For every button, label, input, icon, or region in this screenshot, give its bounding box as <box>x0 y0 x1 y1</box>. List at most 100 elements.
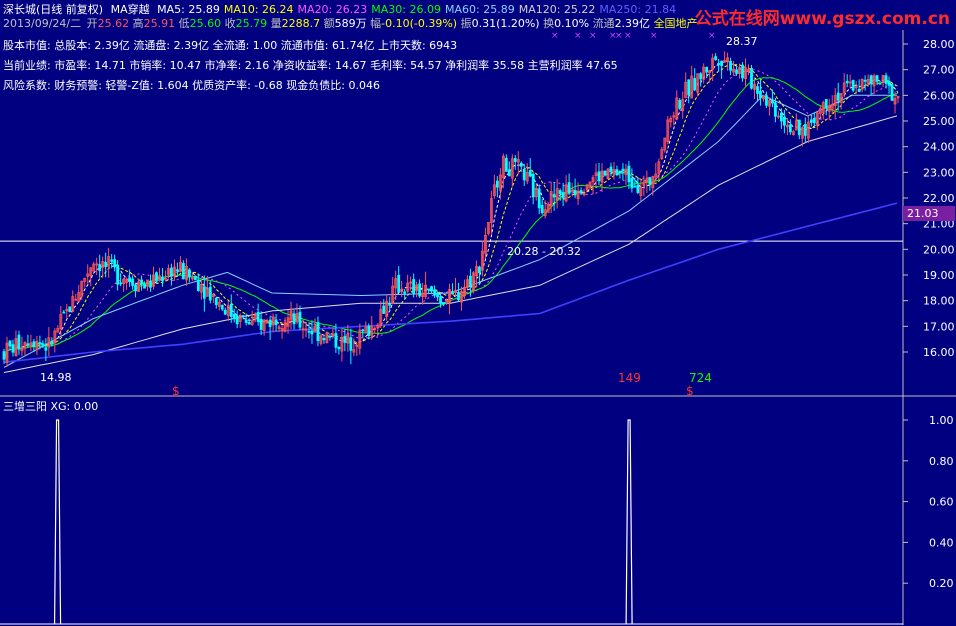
candle-body <box>451 292 454 295</box>
candle-body <box>307 330 311 333</box>
candle-body <box>851 79 855 91</box>
candle-body <box>223 309 227 315</box>
tick-label: 22.00 <box>923 192 955 205</box>
candle-body <box>268 319 272 327</box>
candle-body <box>687 79 691 96</box>
candle-body <box>361 329 365 332</box>
range-label: 20.28 - 20.32 <box>507 245 581 258</box>
candle-body <box>412 279 416 294</box>
signal-marker: × <box>708 31 716 41</box>
candle-body <box>176 269 179 272</box>
candle-body <box>609 166 613 173</box>
tick-label: 16.00 <box>923 346 955 359</box>
candle-body <box>403 291 407 294</box>
candle-body <box>782 116 786 126</box>
signal-marker: × <box>574 31 582 41</box>
candle-body <box>187 269 191 278</box>
tick-label: 26.00 <box>923 89 955 102</box>
candle-body <box>537 188 541 209</box>
candle-body <box>397 274 401 293</box>
candle-body <box>181 263 185 280</box>
signal-marker: × <box>589 31 597 41</box>
candle-body <box>869 75 873 85</box>
candle-body <box>442 301 445 305</box>
candle-body <box>436 292 439 298</box>
candle-body <box>298 311 302 328</box>
candle-body <box>439 296 442 304</box>
tick-label: 28.00 <box>923 38 955 51</box>
high-price-label: 28.37 <box>726 35 758 48</box>
candle-body <box>229 304 233 317</box>
signal-marker: × <box>624 31 632 41</box>
candle-body <box>845 80 849 84</box>
candle-body <box>457 291 460 301</box>
candle-body <box>522 169 526 181</box>
ma5-line <box>3 60 899 360</box>
candle-body <box>887 80 891 86</box>
candle-body <box>633 185 637 188</box>
candle-body <box>567 182 571 194</box>
signal-marker: × <box>551 31 559 41</box>
candle-body <box>809 119 813 123</box>
tick-label: 25.00 <box>923 115 955 128</box>
mark-724: 724 <box>689 371 712 385</box>
tick-label: 18.00 <box>923 295 955 308</box>
candle-body <box>134 284 137 292</box>
candle-body <box>433 289 436 296</box>
indicator-spike <box>625 419 633 625</box>
candle-body <box>863 79 867 82</box>
candle-body <box>693 78 697 91</box>
candle-body <box>161 276 164 282</box>
candle-body <box>729 60 732 71</box>
candle-body <box>244 319 248 323</box>
candle-body <box>119 282 123 285</box>
candle-body <box>427 288 430 291</box>
candle-body <box>50 340 54 345</box>
candle-body <box>316 322 320 342</box>
candle-body <box>104 261 108 268</box>
candle-body <box>193 275 197 281</box>
candle-body <box>116 264 120 285</box>
candle-body <box>149 280 152 288</box>
candle-body <box>418 283 422 297</box>
candle-body <box>310 330 314 335</box>
tick-label: 27.00 <box>923 64 955 77</box>
candle-body <box>328 335 332 338</box>
candle-body <box>735 69 738 74</box>
candle-body <box>292 313 296 325</box>
candle-body <box>890 84 894 101</box>
candle-body <box>558 190 562 194</box>
candle-body <box>32 341 36 347</box>
ma30-line <box>3 77 899 360</box>
candle-body <box>232 313 236 320</box>
candle-body <box>235 315 239 325</box>
indicator-tick-label: 0.40 <box>929 536 954 549</box>
candle-body <box>765 95 768 106</box>
candle-body <box>857 88 861 92</box>
candle-body <box>699 73 703 80</box>
kline-chart[interactable]: × × × ×× × × × 28.00 27.00 26.00 25.00 24.00 23.00 2… <box>0 0 956 626</box>
candle-body <box>678 99 682 109</box>
indicator-tick-label: 0.20 <box>929 577 954 590</box>
candle-body <box>540 205 544 214</box>
dollar-signal-1: $ <box>172 384 180 398</box>
candle-body <box>131 278 134 286</box>
candle-body <box>803 124 807 136</box>
candle-body <box>382 305 386 314</box>
candle-body <box>349 337 353 351</box>
tick-label: 23.00 <box>923 166 955 179</box>
dollar-signal-2: $ <box>686 384 694 398</box>
candle-body <box>62 311 66 314</box>
candle-body <box>824 99 828 109</box>
mark-149: 149 <box>618 371 641 385</box>
candle-body <box>714 56 718 61</box>
candle-body <box>636 184 640 193</box>
indicator-title: 三增三阳 XG: 0.00 <box>3 399 98 413</box>
candle-body <box>322 338 326 341</box>
candle-body <box>430 286 433 292</box>
candle-body <box>367 325 371 337</box>
candle-body <box>41 343 45 346</box>
indicator-tick-label: 1.00 <box>929 414 954 427</box>
candle-body <box>140 279 143 285</box>
indicator-panel: 三增三阳 XG: 0.00 1.00 0.80 0.60 0.40 0.20 <box>0 399 954 625</box>
